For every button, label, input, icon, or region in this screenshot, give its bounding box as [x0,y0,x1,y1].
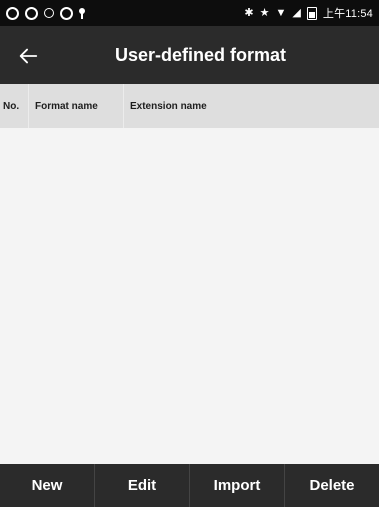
delete-button[interactable]: Delete [285,464,379,507]
star-icon: ★ [259,7,270,19]
circle-icon [25,6,38,20]
column-header-no: No. [3,100,20,112]
status-bar: ✱ ★ ▼ ◢ 上午11:54 [0,0,379,26]
bottom-bar: New Edit Import Delete [0,464,379,507]
status-left [6,6,85,20]
import-button[interactable]: Import [190,464,285,507]
circle-icon [60,6,73,20]
column-header-format-name: Format name [35,100,98,112]
location-pin-icon [79,8,85,19]
format-list[interactable] [0,128,379,464]
status-right: ✱ ★ ▼ ◢ 上午11:54 [244,5,373,21]
table-header: No. Format name Extension name [0,84,379,129]
circle-icon [44,8,54,18]
wifi-icon: ▼ [275,7,287,19]
column-header-extension-name: Extension name [130,100,207,112]
circle-icon [6,6,19,20]
status-time: 上午11:54 [322,8,373,20]
toolbar: User-defined format [0,26,379,84]
edit-button[interactable]: Edit [95,464,190,507]
signal-icon: ◢ [292,7,301,19]
battery-icon [306,6,317,20]
screen: ✱ ★ ▼ ◢ 上午11:54 User-defined format No. … [0,0,379,507]
page-title: User-defined format [114,44,287,65]
new-button[interactable]: New [0,464,95,507]
bluetooth-icon: ✱ [244,7,254,19]
